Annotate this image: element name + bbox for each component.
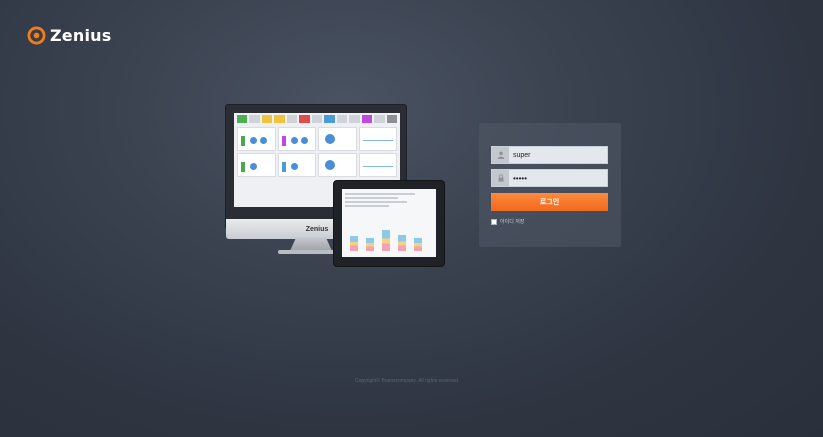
username-field[interactable] (491, 146, 608, 164)
remember-id[interactable]: 아이디 저장 (491, 218, 524, 225)
status-tile (274, 115, 285, 123)
dashboard-panel (358, 127, 397, 151)
remember-id-checkbox[interactable] (491, 218, 497, 225)
copyright-text: Copyright© Brainzcompany. All rights res… (355, 378, 460, 384)
status-tile (349, 115, 360, 123)
login-button[interactable]: 로그인 (491, 193, 608, 211)
login-form: ••••• 로그인 아이디 저장 (479, 123, 621, 247)
monitor-stand (290, 237, 332, 251)
monitor-brand-label: Zenius (305, 225, 329, 233)
tablet-image (333, 180, 445, 267)
status-tile (374, 115, 385, 123)
dashboard-panel (318, 153, 357, 177)
status-tile (286, 115, 298, 123)
status-tile (311, 115, 323, 123)
zenius-logo-icon (27, 26, 46, 45)
username-input[interactable] (509, 147, 605, 163)
status-tile (386, 115, 398, 123)
devices-illustration: Zenius (220, 100, 460, 280)
brand-name: Zenius (50, 26, 112, 45)
status-tile (324, 115, 335, 123)
dashboard-panel (237, 153, 276, 177)
lock-icon (492, 170, 509, 186)
password-input[interactable]: ••••• (509, 170, 605, 186)
dashboard-panels (234, 125, 400, 179)
status-tile (261, 115, 273, 123)
status-tile (237, 115, 248, 123)
dashboard-panel (358, 153, 397, 177)
status-tile (299, 115, 310, 123)
brand-logo: Zenius (27, 26, 111, 45)
password-field[interactable]: ••••• (491, 169, 608, 187)
dashboard-panel (277, 153, 316, 177)
status-tile (361, 115, 373, 123)
dashboard-panel (237, 127, 276, 151)
user-icon (492, 147, 509, 163)
dashboard-panel (277, 127, 316, 151)
dashboard-panel (318, 127, 357, 151)
tablet-screen (342, 189, 436, 257)
tablet-bar-chart (350, 223, 430, 251)
remember-id-label: 아이디 저장 (500, 219, 525, 225)
status-tile (336, 115, 348, 123)
status-tiles (234, 113, 400, 125)
status-tile (249, 115, 260, 123)
